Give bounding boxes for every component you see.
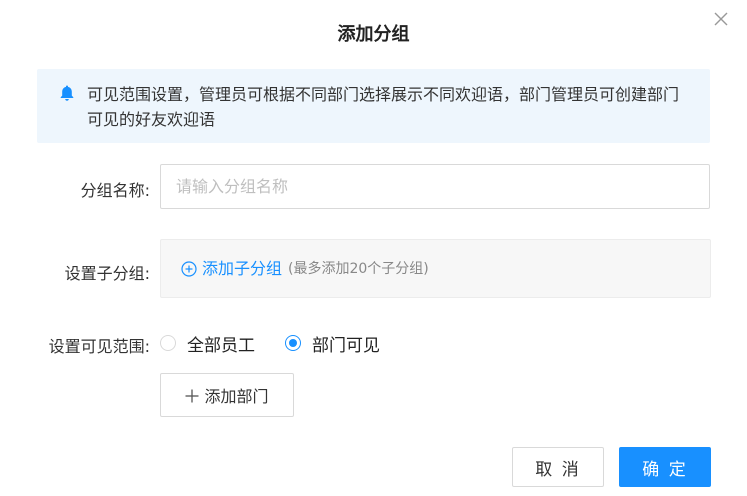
plus-circle-icon <box>181 261 197 277</box>
dialog-title: 添加分组 <box>337 24 410 45</box>
notice-text: 可见范围设置，管理员可根据不同部门选择展示不同欢迎语，部门管理员可创建部门可见的… <box>87 85 680 129</box>
add-subgroup-label[interactable]: 添加子分组 <box>202 259 282 279</box>
radio-circle[interactable] <box>160 335 176 351</box>
group-name-label: 分组名称: <box>80 181 150 200</box>
subgroup-limit-hint: (最多添加20个子分组) <box>288 261 429 277</box>
radio-all-employees[interactable]: 全部员工 <box>160 331 255 356</box>
add-department-button[interactable]: 添加部门 <box>160 373 294 417</box>
add-subgroup-button[interactable]: 添加子分组 (最多添加20个子分组) <box>181 259 429 279</box>
close-icon[interactable] <box>712 10 730 28</box>
radio-label-all-employees: 全部员工 <box>187 335 255 356</box>
radio-department-visible[interactable]: 部门可见 <box>285 331 380 356</box>
cancel-button[interactable]: 取 消 <box>512 447 604 487</box>
radio-circle-checked[interactable] <box>285 335 301 351</box>
subgroup-label: 设置子分组: <box>64 264 150 283</box>
group-name-input[interactable] <box>160 164 710 209</box>
visibility-radio-group: 全部员工 部门可见 <box>160 331 410 356</box>
plus-icon <box>185 388 199 403</box>
add-department-label: 添加部门 <box>204 387 269 406</box>
visibility-label: 设置可见范围: <box>48 337 150 356</box>
add-group-dialog: 添加分组 可见范围设置，管理员可根据不同部门选择展示不同欢迎语，部门管理员可创建… <box>0 0 747 496</box>
subgroup-area: 添加子分组 (最多添加20个子分组) <box>160 239 711 298</box>
bell-icon <box>58 84 76 102</box>
visibility-notice: 可见范围设置，管理员可根据不同部门选择展示不同欢迎语，部门管理员可创建部门可见的… <box>37 69 710 143</box>
radio-label-department-visible: 部门可见 <box>312 335 380 356</box>
confirm-button[interactable]: 确 定 <box>619 447 711 487</box>
